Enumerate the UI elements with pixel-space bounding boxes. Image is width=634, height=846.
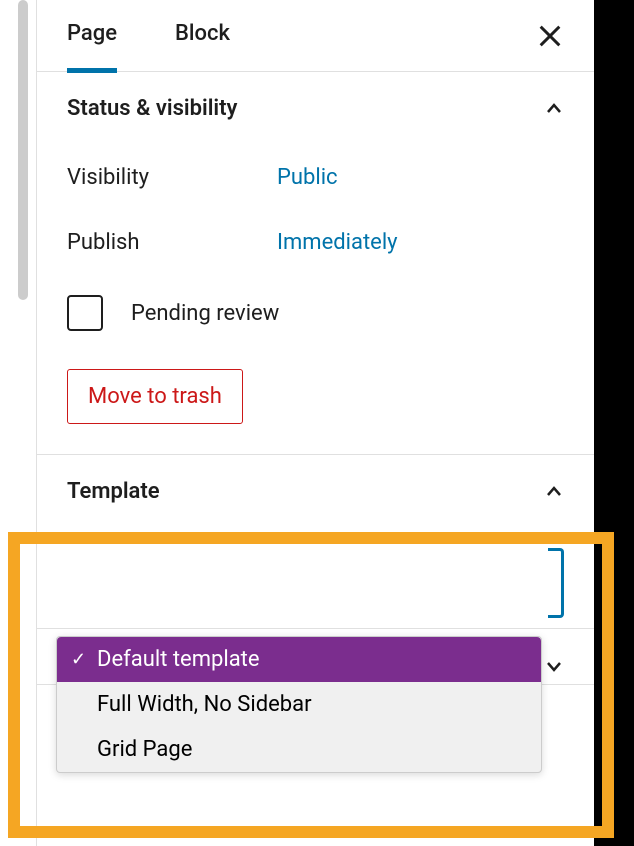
- dropdown-item-grid-page[interactable]: Grid Page: [57, 727, 541, 772]
- panel-body-status: Visibility Public Publish Immediately Pe…: [37, 145, 594, 454]
- dropdown-label: Default template: [97, 647, 260, 672]
- dropdown-item-default[interactable]: ✓ Default template: [57, 637, 541, 682]
- panel-template: Template: [37, 455, 594, 629]
- publish-value[interactable]: Immediately: [277, 230, 398, 255]
- pending-review-checkbox[interactable]: [67, 295, 103, 331]
- panel-body-template: [37, 528, 594, 628]
- move-to-trash-button[interactable]: Move to trash: [67, 369, 243, 424]
- template-select-border: [548, 548, 564, 618]
- tab-block[interactable]: Block: [175, 0, 230, 73]
- panel-title-status: Status & visibility: [67, 96, 237, 121]
- visibility-label: Visibility: [67, 165, 277, 190]
- chevron-up-icon: [544, 99, 564, 119]
- panel-header-status[interactable]: Status & visibility: [37, 72, 594, 145]
- row-pending-review: Pending review: [67, 275, 564, 341]
- checkmark-icon: ✓: [71, 649, 97, 670]
- panel-title-template: Template: [67, 479, 160, 504]
- dropdown-item-full-width[interactable]: Full Width, No Sidebar: [57, 682, 541, 727]
- tab-page[interactable]: Page: [67, 0, 117, 73]
- visibility-value[interactable]: Public: [277, 165, 338, 190]
- close-icon: [536, 22, 564, 50]
- tabs-bar: Page Block: [37, 0, 594, 72]
- close-button[interactable]: [536, 22, 564, 50]
- pending-review-label: Pending review: [131, 301, 279, 326]
- chevron-up-icon: [544, 482, 564, 502]
- dropdown-label: Full Width, No Sidebar: [71, 692, 312, 717]
- scrollbar[interactable]: [18, 0, 28, 300]
- row-visibility: Visibility Public: [67, 145, 564, 210]
- dropdown-label: Grid Page: [71, 737, 192, 762]
- row-publish: Publish Immediately: [67, 210, 564, 275]
- panel-status-visibility: Status & visibility Visibility Public Pu…: [37, 72, 594, 455]
- panel-header-template[interactable]: Template: [37, 455, 594, 528]
- template-dropdown: ✓ Default template Full Width, No Sideba…: [56, 636, 542, 773]
- chevron-down-icon: [544, 656, 564, 676]
- publish-label: Publish: [67, 230, 277, 255]
- dark-strip: [594, 0, 634, 846]
